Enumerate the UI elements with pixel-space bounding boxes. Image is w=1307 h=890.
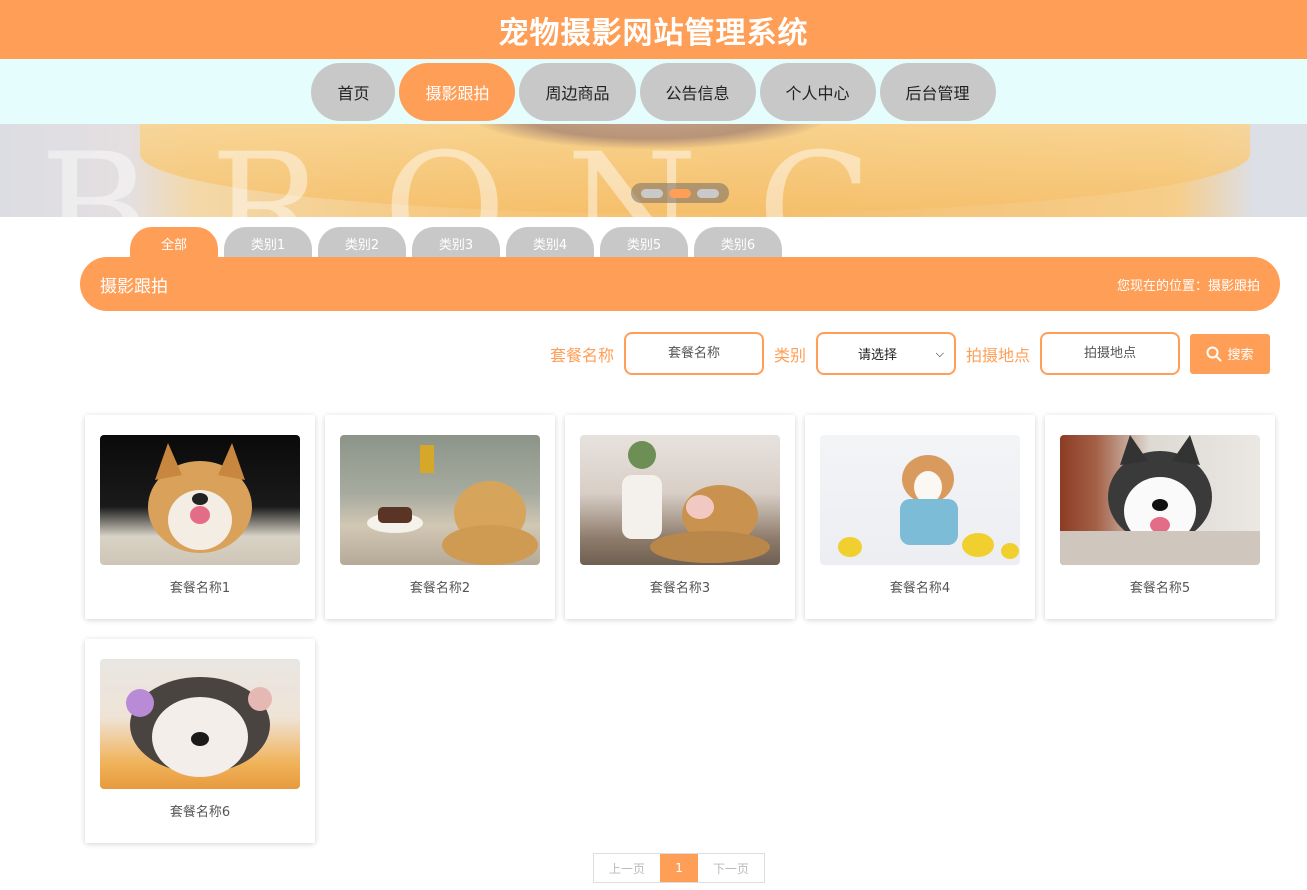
search-icon [1206,346,1222,361]
package-name-input[interactable] [623,332,764,375]
package-name-3: 套餐名称3 [649,581,711,596]
carousel-dot-2[interactable] [669,188,691,198]
package-name-5: 套餐名称5 [1129,581,1191,596]
next-page-button[interactable]: 下一页 [698,854,765,882]
package-image-2[interactable] [340,435,540,565]
tab-all[interactable]: 全部 [130,227,218,259]
tab-category-3[interactable]: 类别3 [412,227,500,259]
tab-category-6[interactable]: 类别6 [694,227,782,259]
location-input[interactable] [1040,332,1180,375]
category-label: 类别 [773,345,806,365]
tab-category-2[interactable]: 类别2 [318,227,406,259]
package-name-2: 套餐名称2 [409,581,471,596]
nav-item-photography[interactable]: 摄影跟拍 [399,62,516,121]
package-name-label: 套餐名称 [549,345,614,365]
banner-background-text: BRONC [40,124,933,217]
location-label: 拍摄地点 [965,345,1030,365]
page-number-1[interactable]: 1 [660,854,699,882]
nav-item-home[interactable]: 首页 [311,62,396,121]
package-card-1[interactable]: 套餐名称1 [85,415,315,619]
banner-carousel[interactable]: BRONC [0,124,1307,217]
site-title: 宠物摄影网站管理系统 [498,15,809,51]
top-header: 宠物摄影网站管理系统 [0,0,1307,59]
package-name-4: 套餐名称4 [889,581,951,596]
package-card-2[interactable]: 套餐名称2 [325,415,555,619]
category-select[interactable]: 请选择 ⌵ [815,332,956,375]
carousel-dot-3[interactable] [697,188,719,198]
package-card-5[interactable]: 套餐名称5 [1045,415,1275,619]
nav-item-admin[interactable]: 后台管理 [879,62,996,121]
section-header: 摄影跟拍 您现在的位置：摄影跟拍 [80,257,1280,311]
chevron-down-icon: ⌵ [935,346,944,360]
package-card-4[interactable]: 套餐名称4 [805,415,1035,619]
nav-item-products[interactable]: 周边商品 [519,62,636,121]
package-image-4[interactable] [820,435,1020,565]
section-title: 摄影跟拍 [100,276,168,297]
search-button[interactable]: 搜索 [1190,333,1270,374]
package-image-1[interactable] [100,435,300,565]
carousel-indicators [631,183,729,203]
category-tabs: 全部 类别1 类别2 类别3 类别4 类别5 类别6 [130,227,782,259]
search-bar: 套餐名称 类别 请选择 ⌵ 拍摄地点 搜索 [0,332,1270,375]
breadcrumb: 您现在的位置：摄影跟拍 [1116,278,1260,294]
package-image-6[interactable] [100,659,300,789]
package-name-6: 套餐名称6 [169,805,231,820]
tab-category-4[interactable]: 类别4 [506,227,594,259]
package-card-3[interactable]: 套餐名称3 [565,415,795,619]
package-image-5[interactable] [1060,435,1260,565]
tab-category-1[interactable]: 类别1 [224,227,312,259]
carousel-dot-1[interactable] [641,188,663,198]
nav-item-announcements[interactable]: 公告信息 [639,62,756,121]
prev-page-button[interactable]: 上一页 [594,854,661,882]
search-button-label: 搜索 [1227,348,1254,363]
main-nav: 首页 摄影跟拍 周边商品 公告信息 个人中心 后台管理 [0,59,1307,124]
package-name-1: 套餐名称1 [169,581,231,596]
nav-item-personal-center[interactable]: 个人中心 [759,62,876,121]
package-card-6[interactable]: 套餐名称6 [85,639,315,843]
category-select-value: 请选择 [857,348,897,363]
pagination: 上一页 1 下一页 [593,853,766,883]
tab-category-5[interactable]: 类别5 [600,227,688,259]
package-image-3[interactable] [580,435,780,565]
